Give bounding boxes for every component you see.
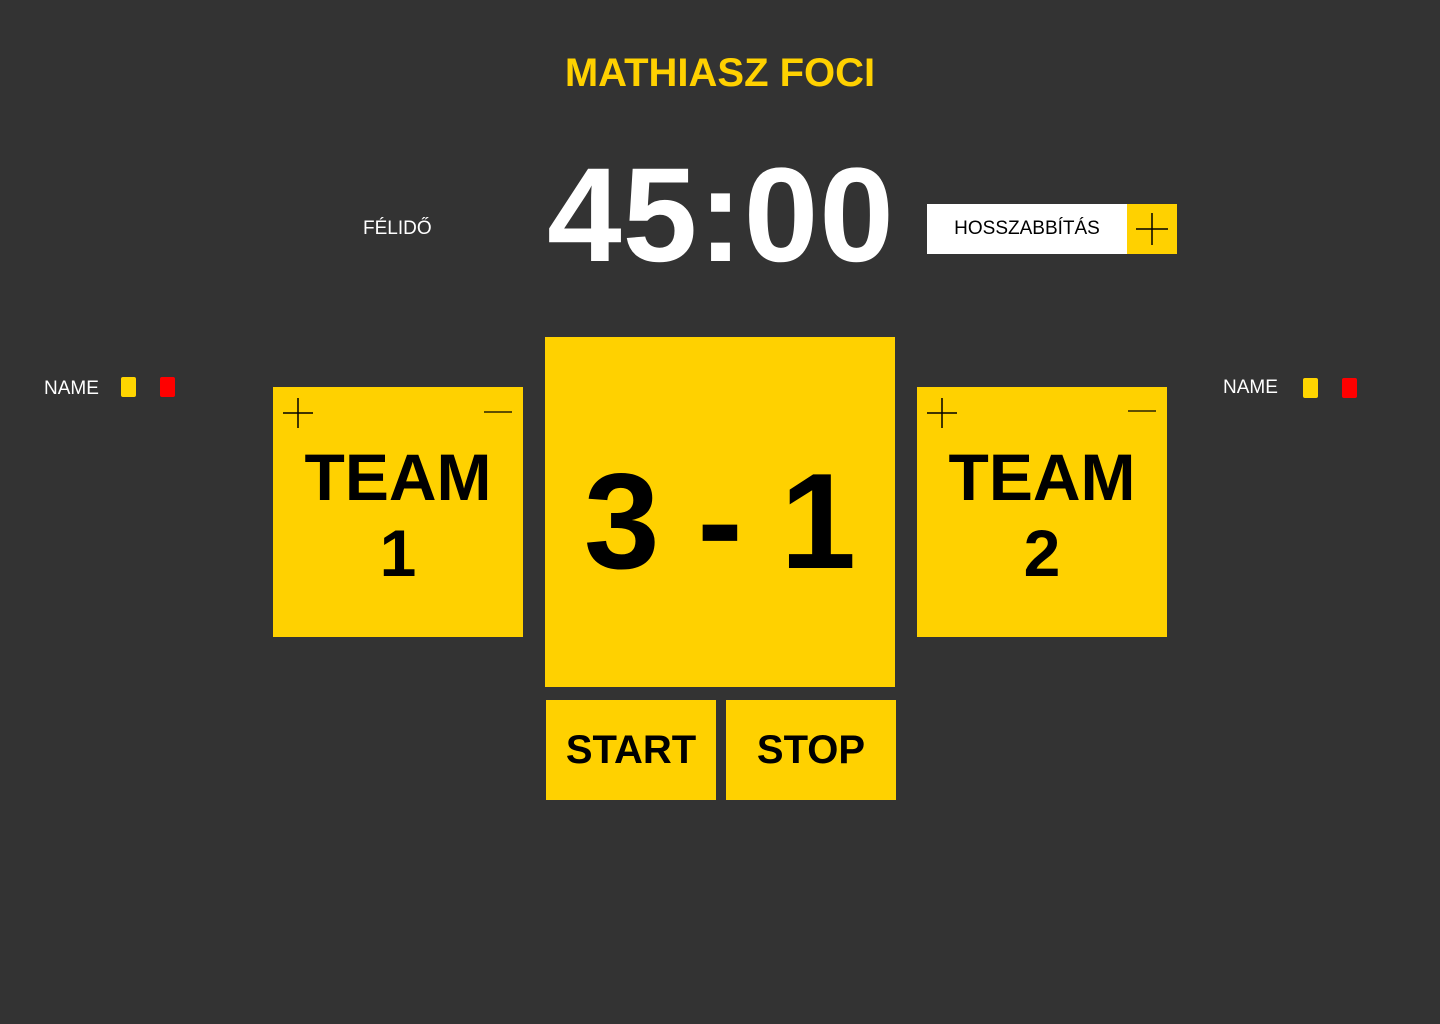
plus-icon bbox=[1136, 213, 1168, 245]
team-home-remove-goal-button[interactable] bbox=[480, 395, 516, 431]
yellow-card-button-left[interactable] bbox=[120, 376, 137, 398]
plus-icon bbox=[927, 398, 957, 428]
extra-time-label: HOSSZABBÍTÁS bbox=[927, 204, 1127, 254]
start-button[interactable]: START bbox=[546, 700, 716, 800]
red-card-button-right[interactable] bbox=[1341, 377, 1358, 399]
team-away-name: TEAM 2 bbox=[948, 440, 1136, 590]
half-label: FÉLIDŐ bbox=[363, 218, 432, 239]
red-card-button-left[interactable] bbox=[159, 376, 176, 398]
player-name-right[interactable]: NAME bbox=[1223, 374, 1278, 402]
team-home-panel: TEAM 1 bbox=[273, 387, 523, 637]
team-home-add-goal-button[interactable] bbox=[280, 395, 316, 431]
minus-icon bbox=[1128, 410, 1156, 412]
plus-icon bbox=[283, 398, 313, 428]
stop-button[interactable]: STOP bbox=[726, 700, 896, 800]
player-name-left[interactable]: NAME bbox=[44, 375, 99, 403]
team-home-name: TEAM 1 bbox=[304, 440, 492, 590]
minus-icon bbox=[484, 411, 512, 413]
team-away-add-goal-button[interactable] bbox=[924, 395, 960, 431]
yellow-card-button-right[interactable] bbox=[1302, 377, 1319, 399]
team-away-panel: TEAM 2 bbox=[917, 387, 1167, 637]
score-display: 3 - 1 bbox=[583, 445, 857, 597]
app-title: MATHIASZ FOCI bbox=[564, 51, 876, 95]
team-away-remove-goal-button[interactable] bbox=[1124, 393, 1160, 429]
extra-time-add-button[interactable] bbox=[1127, 204, 1177, 254]
match-clock: 45:00 bbox=[547, 141, 895, 290]
score-panel: 3 - 1 bbox=[545, 337, 895, 687]
